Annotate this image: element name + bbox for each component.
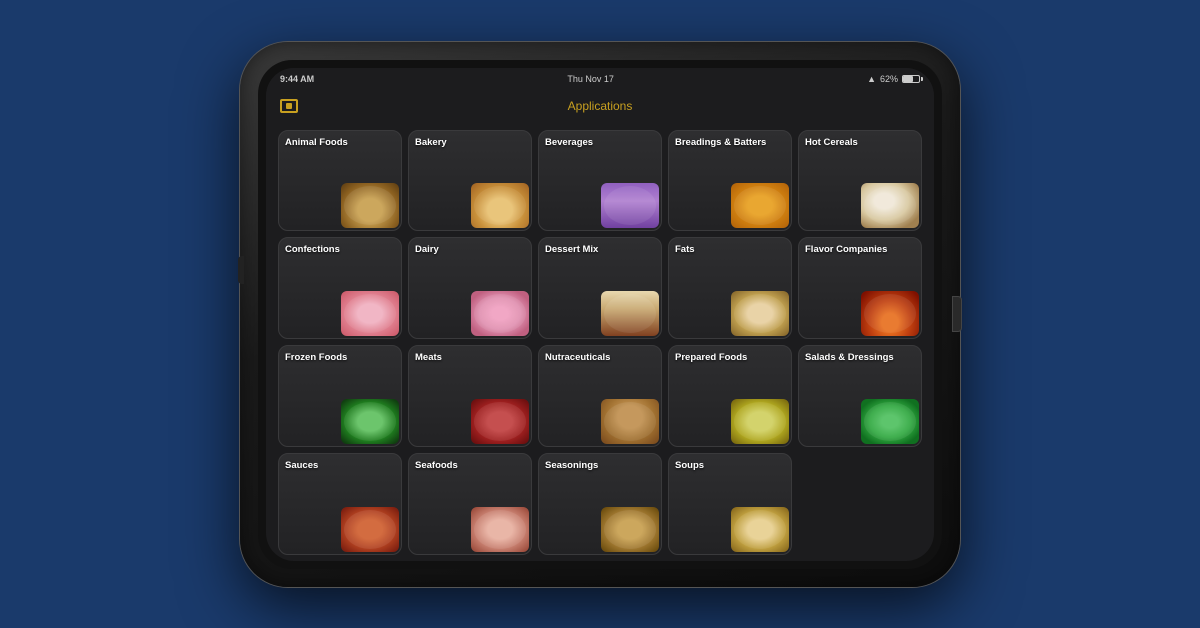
food-image-confections (341, 291, 399, 336)
tablet-bezel: 9:44 AM Thu Nov 17 ▲ 62% Applications (258, 60, 942, 569)
food-label-breadings-batters: Breadings & Batters (675, 137, 766, 148)
food-image-flavor-companies (861, 291, 919, 336)
food-cell-dairy[interactable]: Dairy (408, 237, 532, 339)
status-date: Thu Nov 17 (567, 74, 614, 84)
tablet-device: 9:44 AM Thu Nov 17 ▲ 62% Applications (240, 42, 960, 587)
food-label-dessert-mix: Dessert Mix (545, 244, 598, 255)
food-cell-confections[interactable]: Confections (278, 237, 402, 339)
food-label-frozen-foods: Frozen Foods (285, 352, 347, 363)
food-label-flavor-companies: Flavor Companies (805, 244, 887, 255)
food-cell-salads-dressings[interactable]: Salads & Dressings (798, 345, 922, 447)
wifi-icon: ▲ (867, 74, 876, 84)
app-title: Applications (568, 99, 633, 113)
food-cell-seafoods[interactable]: Seafoods (408, 453, 532, 555)
food-label-seafoods: Seafoods (415, 460, 458, 471)
food-image-animal-foods (341, 183, 399, 228)
status-time: 9:44 AM (280, 74, 314, 84)
food-label-confections: Confections (285, 244, 340, 255)
food-grid: Animal Foods Bakery Beverages Breadings & B… (278, 130, 922, 555)
food-cell-hot-cereals[interactable]: Hot Cereals (798, 130, 922, 232)
food-image-dairy (471, 291, 529, 336)
food-cell-breadings-batters[interactable]: Breadings & Batters (668, 130, 792, 232)
food-cell-sauces[interactable]: Sauces (278, 453, 402, 555)
food-label-beverages: Beverages (545, 137, 593, 148)
food-label-nutraceuticals: Nutraceuticals (545, 352, 610, 363)
food-cell-dessert-mix[interactable]: Dessert Mix (538, 237, 662, 339)
food-cell-meats[interactable]: Meats (408, 345, 532, 447)
food-image-beverages (601, 183, 659, 228)
status-bar: 9:44 AM Thu Nov 17 ▲ 62% (266, 68, 934, 90)
app-logo-icon[interactable] (280, 99, 298, 113)
food-image-seasonings (601, 507, 659, 552)
food-image-frozen-foods (341, 399, 399, 444)
food-image-hot-cereals (861, 183, 919, 228)
food-label-meats: Meats (415, 352, 442, 363)
food-image-bakery (471, 183, 529, 228)
food-cell-bakery[interactable]: Bakery (408, 130, 532, 232)
food-image-sauces (341, 507, 399, 552)
food-cell-fats[interactable]: Fats (668, 237, 792, 339)
food-image-meats (471, 399, 529, 444)
food-label-soups: Soups (675, 460, 704, 471)
food-image-dessert-mix (601, 291, 659, 336)
food-image-seafoods (471, 507, 529, 552)
app-header: Applications (266, 90, 934, 122)
food-label-sauces: Sauces (285, 460, 318, 471)
food-label-fats: Fats (675, 244, 695, 255)
food-image-soups (731, 507, 789, 552)
food-cell-nutraceuticals[interactable]: Nutraceuticals (538, 345, 662, 447)
background: 9:44 AM Thu Nov 17 ▲ 62% Applications (240, 42, 960, 587)
food-cell-frozen-foods[interactable]: Frozen Foods (278, 345, 402, 447)
food-cell-seasonings[interactable]: Seasonings (538, 453, 662, 555)
food-cell-beverages[interactable]: Beverages (538, 130, 662, 232)
food-cell-soups[interactable]: Soups (668, 453, 792, 555)
food-cell-prepared-foods[interactable]: Prepared Foods (668, 345, 792, 447)
grid-area: Animal Foods Bakery Beverages Breadings & B… (266, 122, 934, 561)
food-label-dairy: Dairy (415, 244, 439, 255)
food-cell-animal-foods[interactable]: Animal Foods (278, 130, 402, 232)
food-image-prepared-foods (731, 399, 789, 444)
food-label-salads-dressings: Salads & Dressings (805, 352, 894, 363)
food-label-seasonings: Seasonings (545, 460, 598, 471)
food-label-animal-foods: Animal Foods (285, 137, 348, 148)
battery-icon (902, 75, 920, 83)
food-image-fats (731, 291, 789, 336)
food-label-prepared-foods: Prepared Foods (675, 352, 747, 363)
battery-percent: 62% (880, 74, 898, 84)
food-image-salads-dressings (861, 399, 919, 444)
tablet-screen: 9:44 AM Thu Nov 17 ▲ 62% Applications (266, 68, 934, 561)
status-icons: ▲ 62% (867, 74, 920, 84)
food-label-hot-cereals: Hot Cereals (805, 137, 858, 148)
food-label-bakery: Bakery (415, 137, 447, 148)
food-image-breadings-batters (731, 183, 789, 228)
food-cell-flavor-companies[interactable]: Flavor Companies (798, 237, 922, 339)
food-image-nutraceuticals (601, 399, 659, 444)
